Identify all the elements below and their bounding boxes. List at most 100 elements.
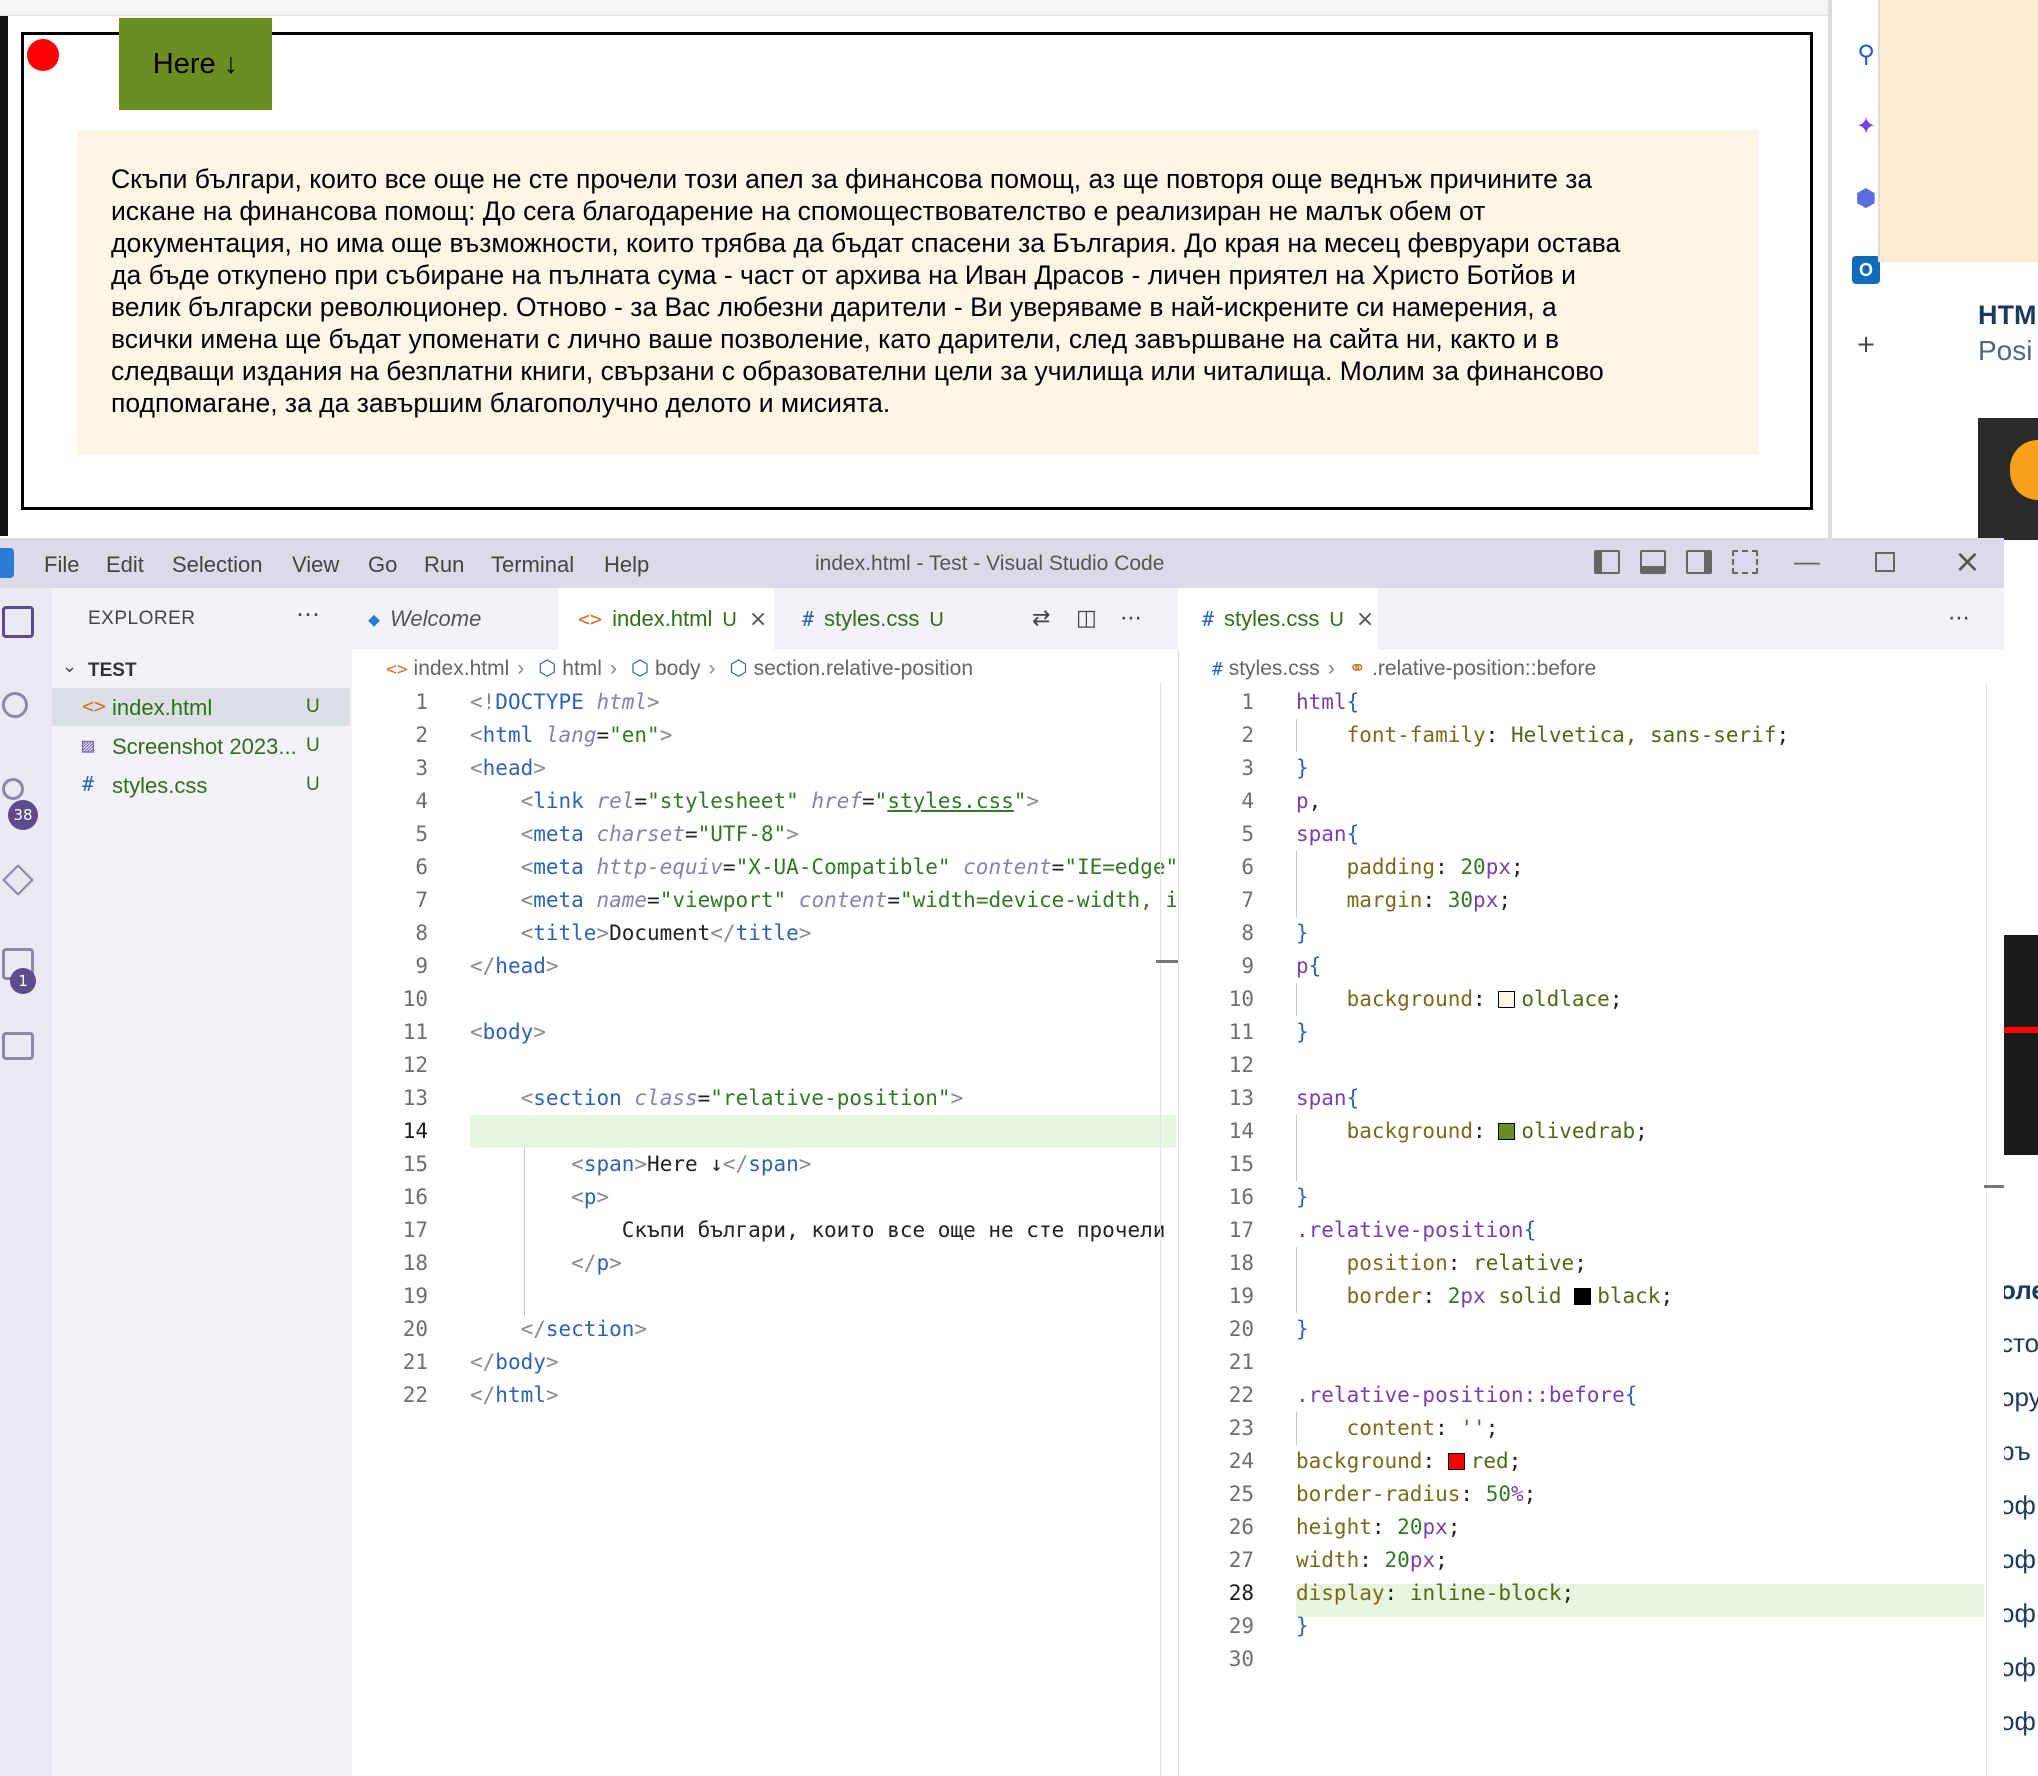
side-pos-label: Posi bbox=[1978, 335, 2033, 366]
activity-bar: 38 1 bbox=[0, 588, 52, 1776]
symbol-icon: ⬡ bbox=[630, 656, 650, 680]
run-debug-icon[interactable] bbox=[2, 864, 34, 896]
close-icon[interactable]: × bbox=[1954, 542, 1981, 580]
code-line: } bbox=[1296, 921, 1309, 945]
code-line: .relative-position::before{ bbox=[1296, 1383, 1638, 1407]
file-name: Screenshot 2023... bbox=[112, 734, 297, 759]
toggle-sidebar-icon[interactable] bbox=[1594, 550, 1620, 574]
breadcrumb-item[interactable]: index.html bbox=[414, 657, 510, 680]
color-swatch[interactable] bbox=[1574, 1288, 1592, 1305]
code-line: </html> bbox=[470, 1383, 559, 1407]
source-control-icon[interactable] bbox=[2, 778, 24, 800]
breadcrumb-item[interactable]: styles.css bbox=[1229, 657, 1320, 680]
breadcrumb-item[interactable]: html bbox=[562, 657, 602, 680]
code-line: height: 20px; bbox=[1296, 1515, 1461, 1539]
copilot-icon[interactable]: ⬢ bbox=[1852, 184, 1880, 212]
line-number: 18 bbox=[402, 1251, 428, 1275]
code-line: </p> bbox=[571, 1251, 622, 1275]
line-number: 4 bbox=[415, 789, 428, 813]
line-number: 1 bbox=[1241, 690, 1254, 714]
menu-terminal[interactable]: Terminal bbox=[491, 552, 574, 578]
line-number: 23 bbox=[1228, 1416, 1254, 1440]
html-code[interactable]: 1 2 3 4 5 6 7 8 9 10 11 12 13 14 15 16 17 18 19 20 21 22 <!DO… bbox=[380, 686, 1176, 1446]
explorer-title: EXPLORER bbox=[88, 608, 196, 629]
color-swatch[interactable] bbox=[1498, 1123, 1516, 1140]
line-number: 3 bbox=[1241, 756, 1254, 780]
menu-file[interactable]: File bbox=[44, 552, 79, 578]
line-number: 27 bbox=[1228, 1548, 1254, 1572]
line-number: 7 bbox=[415, 888, 428, 912]
minimize-icon[interactable]: — bbox=[1794, 546, 1820, 577]
tab-styles-css[interactable]: # styles.css U × bbox=[1178, 588, 1378, 650]
open-changes-icon[interactable]: ⇄ bbox=[1032, 606, 1050, 631]
more-actions-icon[interactable]: ⋯ bbox=[1948, 606, 1970, 631]
file-styles-css[interactable]: # styles.css U bbox=[52, 766, 350, 804]
menu-view[interactable]: View bbox=[292, 552, 339, 578]
code-line: content: ''; bbox=[1346, 1416, 1499, 1440]
folder-test[interactable]: TEST bbox=[88, 660, 137, 682]
breadcrumb-item[interactable]: body bbox=[655, 657, 701, 680]
css-code[interactable]: 1 2 3 4 5 6 7 8 9 10 11 12 13 14 15 16 17 18 19 20 21 22 23 24 2… bbox=[1206, 686, 1984, 1686]
breadcrumb-item[interactable]: section.relative-position bbox=[754, 657, 973, 680]
before-red-dot bbox=[27, 39, 59, 71]
close-tab-icon[interactable]: × bbox=[1356, 607, 1374, 632]
code-line: background: oldlace; bbox=[1346, 987, 1623, 1011]
plus-icon[interactable]: + bbox=[1852, 330, 1880, 358]
fragment-text: оф bbox=[2000, 1652, 2036, 1682]
color-swatch[interactable] bbox=[1447, 1453, 1465, 1470]
close-tab-icon[interactable]: × bbox=[749, 607, 767, 632]
breadcrumb-item[interactable]: .relative-position::before bbox=[1372, 657, 1596, 680]
scroll-position-marker bbox=[1156, 960, 1178, 963]
tab-welcome[interactable]: ◆ Welcome bbox=[352, 588, 558, 650]
tab-label: styles.css bbox=[824, 606, 920, 631]
search-icon[interactable]: ⚲ bbox=[1852, 40, 1880, 68]
tab-styles-css[interactable]: # styles.css U bbox=[774, 588, 964, 650]
search-icon[interactable] bbox=[2, 692, 28, 718]
toggle-secondary-sidebar-icon[interactable] bbox=[1686, 550, 1712, 574]
more-actions-icon[interactable]: ⋯ bbox=[1120, 606, 1142, 631]
file-screenshot[interactable]: ▨ Screenshot 2023... U bbox=[52, 727, 350, 765]
toggle-panel-icon[interactable] bbox=[1640, 550, 1666, 574]
line-number: 9 bbox=[1241, 954, 1254, 978]
line-number: 4 bbox=[1241, 789, 1254, 813]
file-index-html[interactable]: <> index.html U bbox=[52, 688, 350, 726]
editor-scrollbar[interactable] bbox=[1986, 682, 2004, 1776]
code-lines: <!DOCTYPE html> <html lang="en"> <head> … bbox=[470, 686, 1176, 1446]
color-swatch[interactable] bbox=[1498, 991, 1516, 1008]
line-number: 17 bbox=[1228, 1218, 1254, 1242]
tab-label: Welcome bbox=[390, 606, 482, 631]
customize-layout-icon[interactable] bbox=[1732, 550, 1758, 574]
code-line: <meta name="viewport" content="width=dev… bbox=[520, 888, 1176, 912]
paragraph-line: документация, но има още възможности, ко… bbox=[111, 228, 1621, 258]
chevron-down-icon[interactable]: ⌄ bbox=[62, 656, 77, 677]
explorer-icon[interactable] bbox=[2, 606, 34, 638]
line-number: 13 bbox=[1228, 1086, 1254, 1110]
editor-scrollbar[interactable] bbox=[1160, 682, 1178, 1776]
paragraph-line: да бъде откупено при събиране на пълната… bbox=[111, 260, 1576, 290]
sparkle-icon[interactable]: ✦ bbox=[1852, 112, 1880, 140]
menu-help[interactable]: Help bbox=[604, 552, 649, 578]
line-number: 20 bbox=[402, 1317, 428, 1341]
video-player[interactable] bbox=[2004, 935, 2038, 1155]
line-number: 6 bbox=[1241, 855, 1254, 879]
tab-index-html[interactable]: <> index.html U × bbox=[558, 588, 774, 650]
menu-selection[interactable]: Selection bbox=[172, 552, 263, 578]
code-line: p{ bbox=[1296, 954, 1322, 978]
line-number: 8 bbox=[1241, 921, 1254, 945]
tab-status: U bbox=[1329, 609, 1344, 631]
remote-explorer-icon[interactable] bbox=[2, 1032, 34, 1060]
menu-go[interactable]: Go bbox=[368, 552, 397, 578]
code-line: span{ bbox=[1296, 822, 1360, 846]
source-control-badge: 38 bbox=[8, 800, 38, 830]
menu-run[interactable]: Run bbox=[424, 552, 464, 578]
tab-status: U bbox=[722, 609, 737, 631]
line-number: 8 bbox=[415, 921, 428, 945]
file-name: index.html bbox=[112, 695, 213, 720]
screen: Here ↓ Скъпи българи, които все още не с… bbox=[0, 0, 2038, 1776]
maximize-icon[interactable] bbox=[1875, 552, 1895, 572]
outlook-icon[interactable]: O bbox=[1852, 256, 1880, 284]
split-editor-icon[interactable]: ◫ bbox=[1076, 606, 1097, 631]
code-line: <!DOCTYPE html> bbox=[470, 690, 660, 714]
more-actions-icon[interactable]: ⋯ bbox=[296, 600, 320, 629]
menu-edit[interactable]: Edit bbox=[106, 552, 144, 578]
